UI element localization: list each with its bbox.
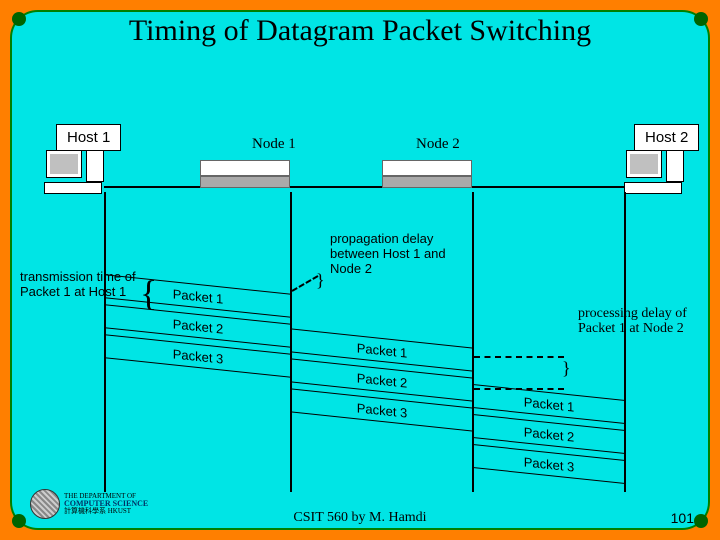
host1-label: Host 1 bbox=[56, 124, 121, 151]
node1-label: Node 1 bbox=[252, 136, 296, 153]
wire bbox=[290, 186, 382, 188]
annotation-prop: propagation delay between Host 1 and Nod… bbox=[330, 232, 480, 277]
slide-title: Timing of Datagram Packet Switching bbox=[0, 14, 720, 48]
annotation-proc: processing delay of Packet 1 at Node 2 bbox=[578, 306, 688, 337]
router-icon bbox=[382, 160, 472, 190]
timeline-host2 bbox=[624, 192, 626, 492]
brace-icon: { bbox=[140, 272, 157, 314]
processing-marker-top bbox=[474, 356, 564, 358]
node2-label: Node 2 bbox=[416, 136, 460, 153]
brace-icon: } bbox=[562, 358, 571, 379]
wire bbox=[472, 186, 624, 188]
host2-label: Host 2 bbox=[634, 124, 699, 151]
slide: Timing of Datagram Packet Switching Host… bbox=[0, 0, 720, 540]
wire bbox=[104, 186, 200, 188]
footer: CSIT 560 by M. Hamdi bbox=[0, 510, 720, 526]
annotation-tx: transmission time of Packet 1 at Host 1 bbox=[20, 270, 140, 300]
computer-icon bbox=[624, 150, 684, 194]
computer-icon bbox=[44, 150, 104, 194]
page-number: 101 bbox=[671, 510, 694, 526]
router-icon bbox=[200, 160, 290, 190]
processing-marker-bot bbox=[474, 388, 564, 390]
brace-icon: } bbox=[316, 270, 325, 291]
